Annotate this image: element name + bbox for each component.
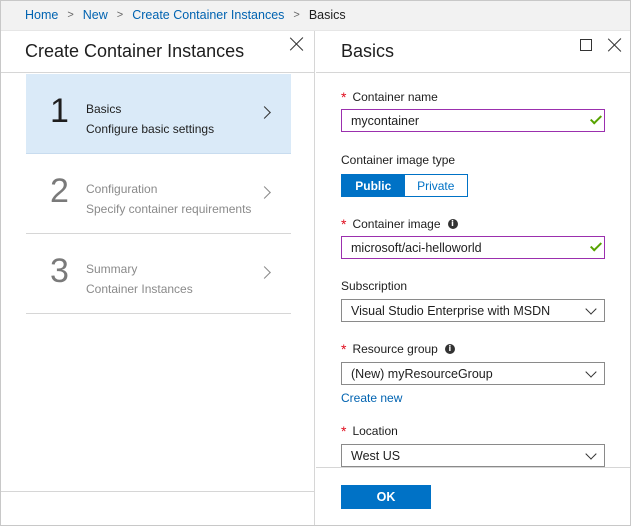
blade-footer-divider xyxy=(0,491,315,492)
subscription-value: Visual Studio Enterprise with MSDN xyxy=(351,303,551,318)
breadcrumb-separator-icon: > xyxy=(293,9,300,21)
container-image-type-label: Container image type xyxy=(341,152,605,168)
container-name-value: mycontainer xyxy=(351,113,420,128)
step-basics[interactable]: 1 Basics Configure basic settings xyxy=(26,74,291,154)
step-summary[interactable]: 3 Summary Container Instances xyxy=(26,234,291,314)
ok-button[interactable]: OK xyxy=(341,485,431,509)
container-name-label-text: Container name xyxy=(352,90,438,104)
subscription-dropdown[interactable]: Visual Studio Enterprise with MSDN xyxy=(341,299,605,322)
chevron-down-icon xyxy=(585,303,597,315)
chevron-down-icon xyxy=(585,448,597,460)
breadcrumb-home[interactable]: Home xyxy=(25,8,58,22)
blade-header: Create Container Instances xyxy=(0,31,314,73)
container-image-type-toggle: Public Private xyxy=(341,174,468,197)
location-label: * Location xyxy=(341,423,605,439)
chevron-right-icon xyxy=(258,186,271,199)
step-title: Summary xyxy=(86,262,138,276)
breadcrumb-separator-icon: > xyxy=(116,9,124,21)
chevron-down-icon xyxy=(585,366,597,378)
required-marker: * xyxy=(341,216,347,232)
step-title: Configuration xyxy=(86,182,158,196)
required-marker: * xyxy=(341,341,347,357)
chevron-right-icon xyxy=(258,266,271,279)
breadcrumb-current: Basics xyxy=(308,8,346,22)
step-title: Basics xyxy=(86,102,122,116)
step-number: 1 xyxy=(50,92,69,130)
maximize-icon[interactable] xyxy=(580,39,592,51)
location-dropdown[interactable]: West US xyxy=(341,444,605,467)
checkmark-icon xyxy=(589,239,603,252)
subscription-label: Subscription xyxy=(341,278,605,294)
resource-group-value: (New) myResourceGroup xyxy=(351,366,493,381)
container-image-label-text: Container image xyxy=(352,217,441,231)
close-icon[interactable] xyxy=(608,38,622,52)
step-subtitle: Container Instances xyxy=(86,282,193,296)
resource-group-label-text: Resource group xyxy=(352,342,438,356)
required-marker: * xyxy=(341,423,347,439)
container-image-label: * Container image i xyxy=(341,216,605,232)
create-new-resource-group-link[interactable]: Create new xyxy=(341,391,402,405)
container-name-input[interactable]: mycontainer xyxy=(341,109,605,132)
breadcrumb-new[interactable]: New xyxy=(83,8,108,22)
step-subtitle: Specify container requirements xyxy=(86,202,252,216)
breadcrumb: Home > New > Create Container Instances … xyxy=(0,0,631,31)
resource-group-dropdown[interactable]: (New) myResourceGroup xyxy=(341,362,605,385)
blade-footer-divider xyxy=(316,467,631,468)
step-number: 3 xyxy=(50,252,69,290)
subscription-label-text: Subscription xyxy=(341,279,408,293)
wizard-steps: 1 Basics Configure basic settings 2 Conf… xyxy=(26,74,291,314)
image-type-private-option[interactable]: Private xyxy=(404,175,467,196)
step-configuration[interactable]: 2 Configuration Specify container requir… xyxy=(26,154,291,234)
basics-blade: Basics * Container name mycontainer Cont… xyxy=(316,31,631,526)
basics-form: * Container name mycontainer Container i… xyxy=(341,89,605,467)
container-image-value: microsoft/aci-helloworld xyxy=(351,240,482,255)
info-icon[interactable]: i xyxy=(444,344,455,354)
container-image-type-label-text: Container image type xyxy=(341,153,456,167)
step-number: 2 xyxy=(50,172,69,210)
chevron-right-icon xyxy=(258,106,271,119)
required-marker: * xyxy=(341,89,347,105)
close-icon[interactable] xyxy=(290,37,304,51)
breadcrumb-create-container-instances[interactable]: Create Container Instances xyxy=(132,8,284,22)
step-subtitle: Configure basic settings xyxy=(86,122,215,136)
blade-title: Basics xyxy=(341,41,395,61)
breadcrumb-separator-icon: > xyxy=(67,9,74,21)
info-icon[interactable]: i xyxy=(447,219,458,229)
blade-header: Basics xyxy=(316,31,631,73)
image-type-public-option[interactable]: Public xyxy=(342,175,405,196)
create-container-instances-blade: Create Container Instances 1 Basics Conf… xyxy=(0,31,315,526)
container-name-label: * Container name xyxy=(341,89,605,105)
location-label-text: Location xyxy=(352,424,398,438)
checkmark-icon xyxy=(589,112,603,125)
container-image-input[interactable]: microsoft/aci-helloworld xyxy=(341,236,605,259)
resource-group-label: * Resource group i xyxy=(341,341,605,357)
blade-title: Create Container Instances xyxy=(25,41,245,61)
location-value: West US xyxy=(351,448,401,463)
